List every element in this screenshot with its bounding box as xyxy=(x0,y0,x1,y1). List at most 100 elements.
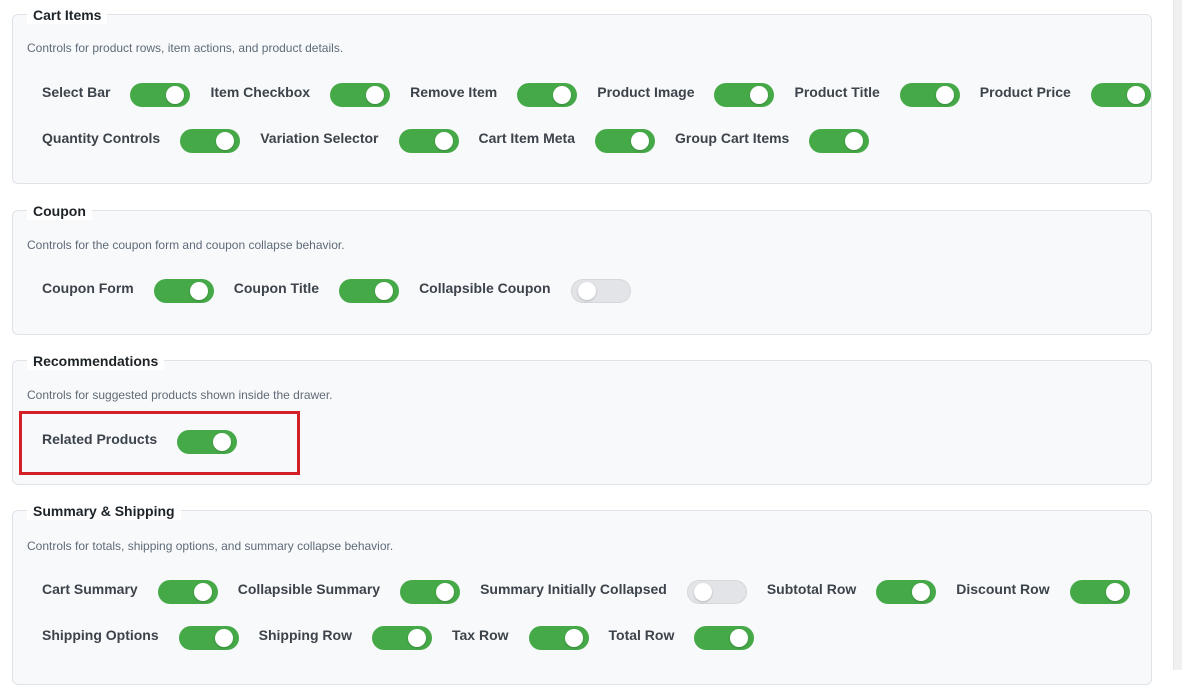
product-title-toggle[interactable] xyxy=(899,83,960,107)
setting-label: Tax Row xyxy=(451,627,509,643)
total-row-toggle[interactable] xyxy=(694,626,755,650)
setting-collapsible-summary: Collapsible Summary xyxy=(237,580,461,604)
toggle-knob xyxy=(935,86,954,104)
setting-label: Select Bar xyxy=(42,84,111,100)
toggle-knob xyxy=(730,629,749,647)
shipping-options-toggle[interactable] xyxy=(178,626,239,650)
discount-row-toggle[interactable] xyxy=(1069,580,1130,604)
setting-cart-summary: Cart Summary xyxy=(42,580,218,604)
variation-selector-toggle[interactable] xyxy=(398,129,459,153)
setting-label: Summary Initially Collapsed xyxy=(480,581,667,597)
section-cart-items: Cart Items Controls for product rows, it… xyxy=(12,6,1152,184)
section-recommendations: Recommendations Controls for suggested p… xyxy=(12,352,1152,485)
setting-product-image: Product Image xyxy=(597,83,775,107)
setting-label: Group Cart Items xyxy=(674,130,790,146)
vertical-scrollbar[interactable] xyxy=(1173,0,1182,670)
setting-variation-selector: Variation Selector xyxy=(260,129,459,153)
product-image-toggle[interactable] xyxy=(714,83,775,107)
collapsible-coupon-toggle[interactable] xyxy=(570,279,631,303)
group-cart-items-toggle[interactable] xyxy=(809,129,870,153)
coupon-form-toggle[interactable] xyxy=(153,279,214,303)
setting-label: Collapsible Coupon xyxy=(419,280,551,296)
coupon-title-toggle[interactable] xyxy=(339,279,400,303)
collapsible-summary-toggle[interactable] xyxy=(400,580,461,604)
toggle-knob xyxy=(193,583,212,601)
item-checkbox-toggle[interactable] xyxy=(330,83,391,107)
setting-product-price: Product Price xyxy=(980,83,1151,107)
quantity-controls-toggle[interactable] xyxy=(180,129,241,153)
toggle-knob xyxy=(214,629,233,647)
setting-label: Product Image xyxy=(597,84,695,100)
section-coupon: Coupon Controls for the coupon form and … xyxy=(12,202,1152,335)
section-title: Coupon xyxy=(27,202,92,220)
setting-remove-item: Remove Item xyxy=(410,83,578,107)
setting-label: Remove Item xyxy=(410,84,498,100)
toggle-knob xyxy=(166,86,185,104)
toggle-knob xyxy=(189,282,208,300)
setting-label: Subtotal Row xyxy=(766,581,857,597)
setting-quantity-controls: Quantity Controls xyxy=(42,129,241,153)
settings-panel: Cart Items Controls for product rows, it… xyxy=(0,0,1170,685)
subtotal-row-toggle[interactable] xyxy=(876,580,937,604)
setting-summary-initially-collapsed: Summary Initially Collapsed xyxy=(480,580,747,604)
section-description: Controls for product rows, item actions,… xyxy=(27,41,344,55)
section-description: Controls for the coupon form and coupon … xyxy=(27,238,345,252)
toggle-row: Cart Summary Collapsible Summary Summary… xyxy=(42,580,1150,604)
setting-item-checkbox: Item Checkbox xyxy=(210,83,391,107)
select-bar-toggle[interactable] xyxy=(130,83,191,107)
setting-label: Cart Item Meta xyxy=(478,130,575,146)
setting-label: Shipping Options xyxy=(42,627,159,643)
summary-initially-collapsed-toggle[interactable] xyxy=(686,580,747,604)
setting-discount-row: Discount Row xyxy=(956,580,1130,604)
toggle-knob xyxy=(553,86,572,104)
toggle-knob xyxy=(577,282,596,300)
toggle-knob xyxy=(1105,583,1124,601)
toggle-row: Quantity Controls Variation Selector Car… xyxy=(42,129,889,153)
setting-label: Item Checkbox xyxy=(210,84,311,100)
setting-label: Variation Selector xyxy=(260,130,379,146)
section-title: Recommendations xyxy=(27,352,165,370)
toggle-knob xyxy=(407,629,426,647)
toggle-row: Select Bar Item Checkbox Remove Item Pro… xyxy=(42,83,1171,107)
setting-label: Cart Summary xyxy=(42,581,138,597)
toggle-knob xyxy=(912,583,931,601)
cart-item-meta-toggle[interactable] xyxy=(594,129,655,153)
setting-coupon-form: Coupon Form xyxy=(42,279,214,303)
related-products-toggle[interactable] xyxy=(177,430,238,454)
product-price-toggle[interactable] xyxy=(1090,83,1151,107)
setting-coupon-title: Coupon Title xyxy=(233,279,400,303)
setting-total-row: Total Row xyxy=(609,626,755,650)
toggle-knob xyxy=(434,132,453,150)
toggle-knob xyxy=(436,583,455,601)
section-description: Controls for suggested products shown in… xyxy=(27,388,333,402)
toggle-knob xyxy=(693,583,712,601)
setting-label: Coupon Title xyxy=(233,280,320,296)
setting-shipping-options: Shipping Options xyxy=(42,626,239,650)
cart-summary-toggle[interactable] xyxy=(157,580,218,604)
section-summary-shipping: Summary & Shipping Controls for totals, … xyxy=(12,502,1152,685)
setting-group-cart-items: Group Cart Items xyxy=(674,129,870,153)
setting-label: Collapsible Summary xyxy=(237,581,381,597)
setting-shipping-row: Shipping Row xyxy=(259,626,432,650)
tax-row-toggle[interactable] xyxy=(528,626,589,650)
toggle-knob xyxy=(845,132,864,150)
setting-label: Related Products xyxy=(42,431,158,447)
setting-subtotal-row: Subtotal Row xyxy=(766,580,937,604)
toggle-knob xyxy=(213,433,232,451)
setting-product-title: Product Title xyxy=(794,83,960,107)
setting-label: Discount Row xyxy=(956,581,1050,597)
setting-cart-item-meta: Cart Item Meta xyxy=(479,129,655,153)
toggle-knob xyxy=(366,86,385,104)
setting-select-bar: Select Bar xyxy=(42,83,191,107)
setting-label: Coupon Form xyxy=(42,280,134,296)
toggle-knob xyxy=(750,86,769,104)
toggle-row: Shipping Options Shipping Row Tax Row To… xyxy=(42,626,774,650)
setting-collapsible-coupon: Collapsible Coupon xyxy=(419,279,631,303)
section-title: Cart Items xyxy=(27,6,108,24)
toggle-knob xyxy=(1126,86,1145,104)
setting-label: Product Price xyxy=(979,84,1071,100)
shipping-row-toggle[interactable] xyxy=(371,626,432,650)
toggle-knob xyxy=(564,629,583,647)
remove-item-toggle[interactable] xyxy=(517,83,578,107)
toggle-row: Coupon Form Coupon Title Collapsible Cou… xyxy=(42,279,651,303)
